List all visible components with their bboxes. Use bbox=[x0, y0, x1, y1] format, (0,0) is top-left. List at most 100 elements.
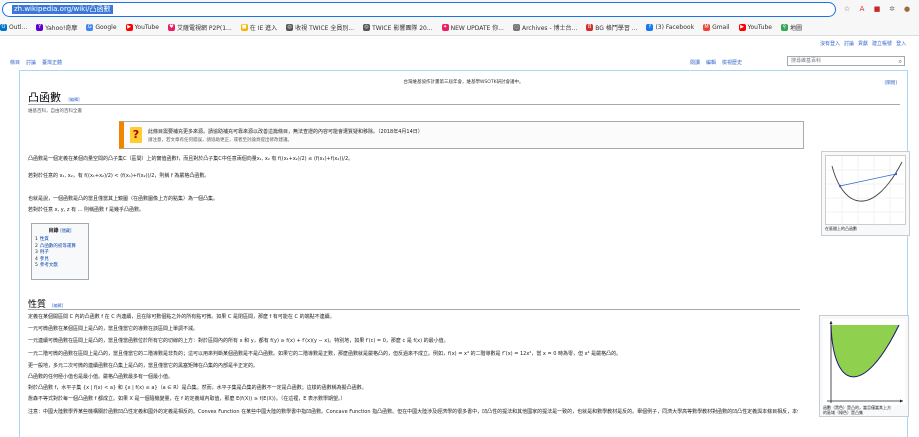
site-tagline: 維基百科，自由的百科全書 bbox=[28, 109, 82, 114]
thumbnail-caption: 在區間上的凸函數 bbox=[825, 226, 857, 231]
address-bar[interactable]: zh.wikipedia.org/wiki/凸函數 bbox=[2, 2, 836, 17]
bookmark-label: 艾薩電視網 P2P(1... bbox=[176, 24, 232, 32]
toc-toggle-link[interactable]: [隱藏] bbox=[60, 228, 71, 233]
bookmark-label: Google bbox=[95, 23, 117, 31]
bookmark-item[interactable]: G Google bbox=[86, 23, 117, 31]
toc-item-number: 2 bbox=[35, 243, 38, 249]
page-tab[interactable]: 檢視歷史 bbox=[722, 59, 742, 66]
bookmark-item[interactable]: ✦ NEW UPDATE 你... bbox=[441, 23, 504, 32]
notice-subtext: 請注意，若文章有任何錯誤，請協助更正，或者至討論頁提出修改建議。 bbox=[148, 138, 292, 143]
section-paragraph: 定義在某個開區間 C 內的凸函數 f 在 C 內連續，且在除可數個點之外的所有點… bbox=[28, 314, 335, 320]
dismiss-notice-link[interactable]: [關閉] bbox=[884, 80, 897, 86]
bookmark-label: YouTube bbox=[134, 23, 159, 31]
content-area: 台灣維基協作計畫第三屆年會，維基學WSOTK研討會議中。 [關閉] 凸函數 [編… bbox=[19, 70, 910, 437]
page-tab[interactable]: 條目 bbox=[10, 59, 20, 66]
page-tab[interactable]: 討論 bbox=[26, 59, 36, 66]
bookmark-label: (3) Facebook bbox=[655, 23, 695, 31]
notice-text: 此條目需要補充更多來源。請協助補充可靠來源以改善這篇條目，無法查證的內容可能會遭… bbox=[148, 129, 423, 135]
personal-link[interactable]: 沒有登入 bbox=[820, 40, 840, 47]
toc-item-label: 例子 bbox=[39, 250, 49, 255]
toc-item-label: 凸函數的初等運算 bbox=[39, 243, 76, 249]
personal-link[interactable]: 貢獻 bbox=[858, 40, 868, 47]
toc-item-label: 參考文獻 bbox=[39, 263, 58, 268]
page-tabs: 條目 討論 臺灣正體 閱讀 編輯 檢視歷史 bbox=[0, 56, 919, 68]
bookmark-favicon-icon: Y bbox=[36, 23, 44, 31]
section-paragraph: 更一般地，多元二次可微的連續函數在凸集上是凸的，當且僅當它的黑塞矩陣在凸集的內部… bbox=[28, 363, 259, 369]
bookmark-favicon-icon: ◌ bbox=[512, 23, 520, 31]
question-mark-icon: ? bbox=[130, 127, 142, 143]
bookmark-item[interactable]: ■ 在 IE 進入 bbox=[240, 23, 278, 32]
bookmark-favicon-icon: B bbox=[586, 23, 594, 31]
page-tab[interactable]: 閱讀 bbox=[690, 59, 700, 66]
epigraph-image[interactable] bbox=[823, 319, 905, 405]
maintenance-notice-box: ? 此條目需要補充更多來源。請協助補充可靠來源以改善這篇條目，無法查證的內容可能… bbox=[119, 121, 804, 149]
bookmark-item[interactable]: ▶ YouTube bbox=[125, 23, 159, 31]
bookmark-item[interactable]: B BG 格鬥學習 ... bbox=[586, 23, 637, 32]
personal-link[interactable]: 登入 bbox=[896, 40, 906, 47]
pdf-extension-icon[interactable]: A bbox=[857, 4, 867, 14]
personal-link[interactable]: 討論 bbox=[844, 40, 854, 47]
red-extension-icon[interactable]: ■ bbox=[872, 4, 882, 14]
bookmark-label: 收視 TWICE 全員別... bbox=[295, 24, 355, 32]
bookmark-favicon-icon: ■ bbox=[240, 23, 248, 31]
toc-item[interactable]: 5 參考文獻 bbox=[35, 263, 85, 270]
page-tab[interactable]: 編輯 bbox=[706, 59, 716, 66]
title-edit-link[interactable]: [編輯] bbox=[69, 97, 80, 102]
convex-function-image[interactable] bbox=[825, 155, 907, 226]
page-title-text: 凸函數 bbox=[28, 91, 61, 104]
bookmark-item[interactable]: ◎ 收視 TWICE 全員別... bbox=[286, 23, 354, 32]
view-tabs: 閱讀 編輯 檢視歷史 bbox=[690, 59, 742, 66]
section-divider bbox=[28, 309, 800, 310]
bookmark-favicon-icon: f bbox=[646, 23, 654, 31]
bookmark-item[interactable]: O Outl... bbox=[0, 23, 27, 31]
intro-paragraph: 也就是說，一個函數是凸的當且僅當其上鏡圖（在函數圖像上方的點集）為一個凸集。 bbox=[28, 196, 219, 202]
intro-paragraph: 若對於任意的 x₁, x₂，有 f((x₁+x₂)/2) < (f(x₁)+f(… bbox=[28, 173, 210, 179]
section-paragraph: 一元二階可微的函數在區間上是凸的，當且僅當它的二階導數是非負的；這可以用來判斷某… bbox=[28, 351, 622, 357]
intro-paragraph: 若對於任意 x, y, z 有 ... 則稱函數 f 是幾乎凸函數。 bbox=[28, 207, 144, 213]
bookmark-favicon-icon: ▶ bbox=[125, 23, 133, 31]
page-title: 凸函數 [編輯] bbox=[28, 89, 80, 105]
toc-title: 目錄 [隱藏] bbox=[35, 227, 85, 234]
bookmark-favicon-icon: ⚲ bbox=[780, 23, 788, 31]
profile-icon[interactable]: ● bbox=[902, 4, 912, 14]
personal-link[interactable]: 建立帳號 bbox=[872, 40, 892, 47]
bookmark-label: TWICE 影響團隊 20... bbox=[372, 24, 433, 32]
intro-paragraph: 凸函數是一個定義在某個向量空間的凸子集C（區間）上的實值函數f，而且對於凸子集C… bbox=[28, 156, 354, 162]
bookmark-favicon-icon: O bbox=[0, 23, 7, 31]
toc-title-text: 目錄 bbox=[48, 228, 59, 234]
section-paragraph: 注意：中國大陸數學界某些機構關於函數凹凸性定義和國外的定義是相反的。Convex… bbox=[28, 409, 798, 415]
section-edit-link[interactable]: [編輯] bbox=[52, 303, 63, 308]
puzzle-extension-icon[interactable]: ✲ bbox=[887, 4, 897, 14]
bookmark-label: BG 格鬥學習 ... bbox=[595, 24, 638, 32]
bookmarks-bar: O Outl... Y Yahoo!奇摩 G Google ▶ YouTube ♥ 艾薩電視網 P… bbox=[0, 20, 919, 34]
convex-curve-illustration bbox=[826, 156, 907, 226]
bookmark-item[interactable]: ⚲ 地圖 bbox=[780, 23, 802, 32]
star-icon[interactable]: ☆ bbox=[842, 4, 852, 14]
page-tab[interactable]: 臺灣正體 bbox=[42, 59, 62, 66]
bookmark-favicon-icon: ◎ bbox=[286, 23, 294, 31]
thumbnail-convex-graph: 在區間上的凸函數 bbox=[821, 151, 910, 236]
caption-line-2: 的區域（綠色）是凸集 bbox=[823, 410, 863, 415]
bookmark-favicon-icon: ♥ bbox=[167, 23, 175, 31]
search-input[interactable]: 搜尋維基百科 ⌕ bbox=[787, 56, 905, 66]
address-row: zh.wikipedia.org/wiki/凸函數 ☆A■✲●⋮ bbox=[0, 0, 919, 18]
section-paragraph: 一元可微函數在某個區間上是凸的，當且僅當它的導數在該區間上單調不減。 bbox=[28, 326, 199, 332]
toc-item-number: 4 bbox=[35, 256, 38, 262]
bookmark-item[interactable]: ▶ YouTube bbox=[738, 23, 772, 31]
bookmark-item[interactable]: ◌ Archives - 博士台... bbox=[512, 23, 577, 32]
section-paragraph: 詹森不等式對於每一個凸函數 f 都成立。如果 X 是一個隨機變量，在 f 的定義… bbox=[28, 396, 346, 402]
browser-chrome: zh.wikipedia.org/wiki/凸函數 ☆A■✲●⋮ OOutl..… bbox=[0, 0, 919, 36]
bookmark-label: YouTube bbox=[747, 23, 772, 31]
address-text[interactable]: zh.wikipedia.org/wiki/凸函數 bbox=[12, 5, 113, 14]
search-icon[interactable]: ⌕ bbox=[899, 58, 902, 65]
bookmark-label: 在 IE 進入 bbox=[249, 24, 278, 32]
bookmark-item[interactable]: M Gmail bbox=[703, 23, 730, 31]
bookmark-item[interactable]: f (3) Facebook bbox=[646, 23, 695, 31]
bookmark-favicon-icon: ▶ bbox=[738, 23, 746, 31]
bookmark-item[interactable]: ◎ TWICE 影響團隊 20... bbox=[363, 23, 433, 32]
bookmark-item[interactable]: ♥ 艾薩電視網 P2P(1... bbox=[167, 23, 232, 32]
bookmark-item[interactable]: Y Yahoo!奇摩 bbox=[36, 23, 77, 32]
thumbnail-epigraph: 函數（黑色）是凸的，當且僅當其上方 的區域（綠色）是凸集 bbox=[819, 315, 909, 417]
personal-tools: 沒有登入 討論 貢獻 建立帳號 登入 bbox=[820, 40, 906, 47]
epigraph-illustration bbox=[827, 321, 903, 403]
